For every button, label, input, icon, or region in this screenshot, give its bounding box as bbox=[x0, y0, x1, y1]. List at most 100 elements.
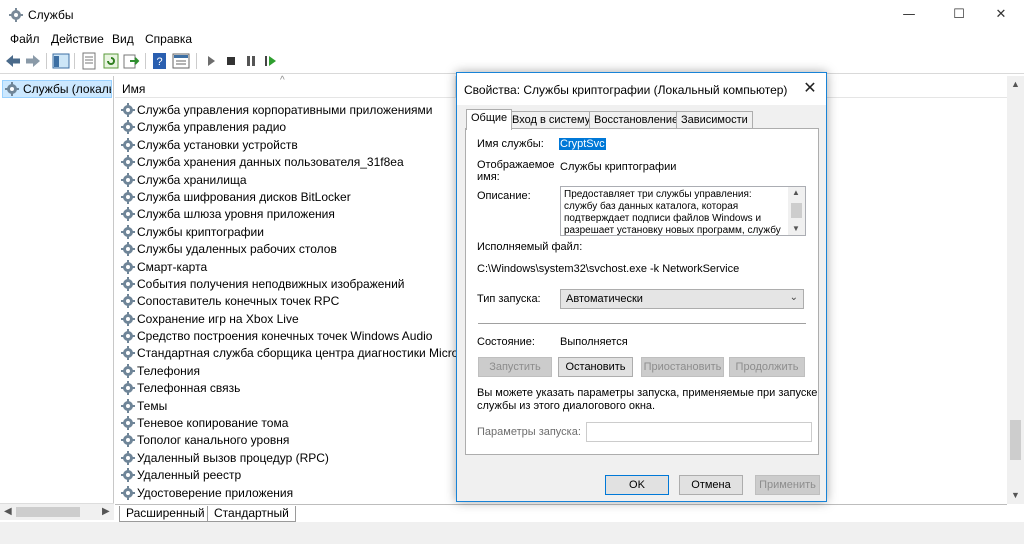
nav-item-label: Службы (локальные) bbox=[23, 82, 111, 96]
menu-action[interactable]: Действие bbox=[51, 32, 104, 46]
description-box[interactable]: Предоставляет три службы управления: слу… bbox=[560, 186, 806, 236]
window-titlebar: Службы — ☐ ✕ bbox=[0, 0, 1024, 30]
gear-icon bbox=[121, 242, 135, 257]
service-name: Служба шлюза уровня приложения bbox=[137, 207, 335, 222]
console-tree-icon[interactable] bbox=[52, 52, 70, 70]
back-arrow-icon[interactable] bbox=[4, 52, 22, 70]
service-name: Удостоверение приложения bbox=[137, 485, 294, 500]
play-icon[interactable] bbox=[202, 52, 220, 70]
scroll-thumb[interactable] bbox=[791, 203, 802, 218]
menu-file[interactable]: Файл bbox=[10, 32, 40, 46]
scroll-right-icon[interactable]: ▶ bbox=[102, 506, 110, 517]
gear-icon bbox=[121, 450, 135, 465]
service-name: Стандартная служба сборщика центра диагн… bbox=[137, 346, 482, 361]
ok-button[interactable]: OK bbox=[605, 475, 669, 495]
list-vertical-scrollbar[interactable]: ▲ ▼ bbox=[1007, 76, 1024, 504]
tab-standard[interactable]: Стандартный bbox=[207, 506, 296, 522]
scroll-down-icon[interactable]: ▼ bbox=[1011, 490, 1020, 500]
help-icon[interactable]: ? bbox=[151, 52, 169, 70]
nav-item-local-services[interactable]: Службы (локальные) bbox=[2, 80, 112, 98]
display-name-label: Отображаемое bbox=[477, 159, 555, 171]
startup-type-select[interactable]: Автоматически ⌄ bbox=[560, 289, 804, 309]
description-text: Предоставляет три службы управления: слу… bbox=[564, 189, 781, 235]
pause-button[interactable]: Приостановить bbox=[641, 357, 724, 377]
gear-icon bbox=[121, 103, 135, 117]
properties-icon[interactable] bbox=[80, 52, 98, 70]
display-name-label-2: имя: bbox=[477, 171, 500, 183]
dialog-close-button[interactable]: ✕ bbox=[800, 78, 820, 98]
scroll-thumb[interactable] bbox=[1010, 420, 1021, 460]
status-bar bbox=[0, 522, 1024, 544]
nav-horizontal-scrollbar[interactable]: ◀ ▶ bbox=[0, 503, 114, 520]
tab-extended[interactable]: Расширенный bbox=[119, 506, 212, 522]
service-name: Удаленный вызов процедур (RPC) bbox=[137, 450, 329, 465]
refresh-icon[interactable] bbox=[102, 52, 120, 70]
forward-arrow-icon[interactable] bbox=[24, 52, 42, 70]
column-name-label: Имя bbox=[122, 82, 146, 96]
export-icon[interactable] bbox=[122, 52, 140, 70]
cancel-button[interactable]: Отмена bbox=[679, 475, 743, 495]
gear-icon bbox=[121, 416, 135, 431]
toolbar: ? bbox=[0, 49, 1024, 74]
gear-icon bbox=[121, 259, 135, 274]
toolbar-separator bbox=[74, 53, 75, 69]
description-scrollbar[interactable]: ▲ ▼ bbox=[788, 187, 805, 235]
restart-icon[interactable] bbox=[262, 52, 280, 70]
service-name: Служба хранилища bbox=[137, 172, 247, 187]
general-tab-panel: Имя службы: CryptSvc Отображаемое имя: С… bbox=[465, 128, 819, 455]
scroll-thumb[interactable] bbox=[16, 507, 80, 517]
stop-icon[interactable] bbox=[222, 52, 240, 70]
gear-icon bbox=[121, 120, 135, 135]
pause-icon[interactable] bbox=[242, 52, 260, 70]
service-name: Службы криптографии bbox=[137, 224, 264, 239]
display-name-value[interactable]: Службы криптографии bbox=[560, 161, 676, 173]
gear-icon bbox=[121, 329, 135, 344]
menu-bar: Файл Действие Вид Справка bbox=[0, 30, 1024, 49]
params-label: Параметры запуска: bbox=[477, 426, 581, 438]
gear-icon bbox=[121, 363, 135, 378]
service-name: Теневое копирование тома bbox=[137, 416, 289, 431]
gear-icon bbox=[121, 207, 135, 222]
gear-icon bbox=[121, 381, 135, 396]
exe-label: Исполняемый файл: bbox=[477, 241, 583, 253]
toolbar-separator bbox=[46, 53, 47, 69]
description-label: Описание: bbox=[477, 190, 531, 202]
scroll-up-icon[interactable]: ▲ bbox=[792, 188, 800, 197]
close-button[interactable]: ✕ bbox=[978, 0, 1024, 30]
gear-icon bbox=[121, 189, 135, 204]
service-name: Тополог канального уровня bbox=[137, 433, 290, 448]
start-params-input[interactable] bbox=[586, 422, 812, 442]
maximize-button[interactable]: ☐ bbox=[936, 0, 982, 30]
menu-help[interactable]: Справка bbox=[145, 32, 192, 46]
gear-icon bbox=[121, 155, 135, 170]
tab-general[interactable]: Общие bbox=[466, 109, 513, 130]
tab-recovery[interactable]: Восстановление bbox=[589, 111, 684, 129]
view-tabs: Расширенный Стандартный bbox=[115, 504, 1007, 522]
view-icon[interactable] bbox=[172, 52, 190, 70]
gear-icon bbox=[121, 172, 135, 187]
dialog-title: Свойства: Службы криптографии (Локальный… bbox=[464, 83, 788, 97]
exe-path[interactable]: C:\Windows\system32\svchost.exe -k Netwo… bbox=[477, 263, 739, 275]
start-button[interactable]: Запустить bbox=[478, 357, 552, 377]
gear-icon bbox=[121, 398, 135, 413]
hint-line-1: Вы можете указать параметры запуска, при… bbox=[477, 387, 818, 399]
scroll-up-icon[interactable]: ▲ bbox=[1011, 79, 1020, 89]
service-name-value[interactable]: CryptSvc bbox=[559, 138, 606, 150]
stop-button[interactable]: Остановить bbox=[558, 357, 633, 377]
resume-button[interactable]: Продолжить bbox=[729, 357, 805, 377]
gear-icon bbox=[121, 137, 135, 152]
minimize-button[interactable]: — bbox=[886, 0, 932, 30]
tab-dependencies[interactable]: Зависимости bbox=[676, 111, 753, 129]
menu-view[interactable]: Вид bbox=[112, 32, 134, 46]
service-name: Телефония bbox=[137, 363, 200, 378]
gear-icon bbox=[121, 468, 135, 483]
scroll-down-icon[interactable]: ▼ bbox=[792, 224, 800, 233]
apply-button[interactable]: Применить bbox=[755, 475, 820, 495]
service-name: Удаленный реестр bbox=[137, 468, 242, 483]
gear-icon bbox=[5, 82, 19, 96]
tab-logon[interactable]: Вход в систему bbox=[507, 111, 596, 129]
scroll-left-icon[interactable]: ◀ bbox=[4, 506, 12, 517]
startup-type-label: Тип запуска: bbox=[477, 293, 541, 305]
svg-text:?: ? bbox=[156, 56, 162, 68]
dialog-titlebar: Свойства: Службы криптографии (Локальный… bbox=[457, 73, 826, 105]
